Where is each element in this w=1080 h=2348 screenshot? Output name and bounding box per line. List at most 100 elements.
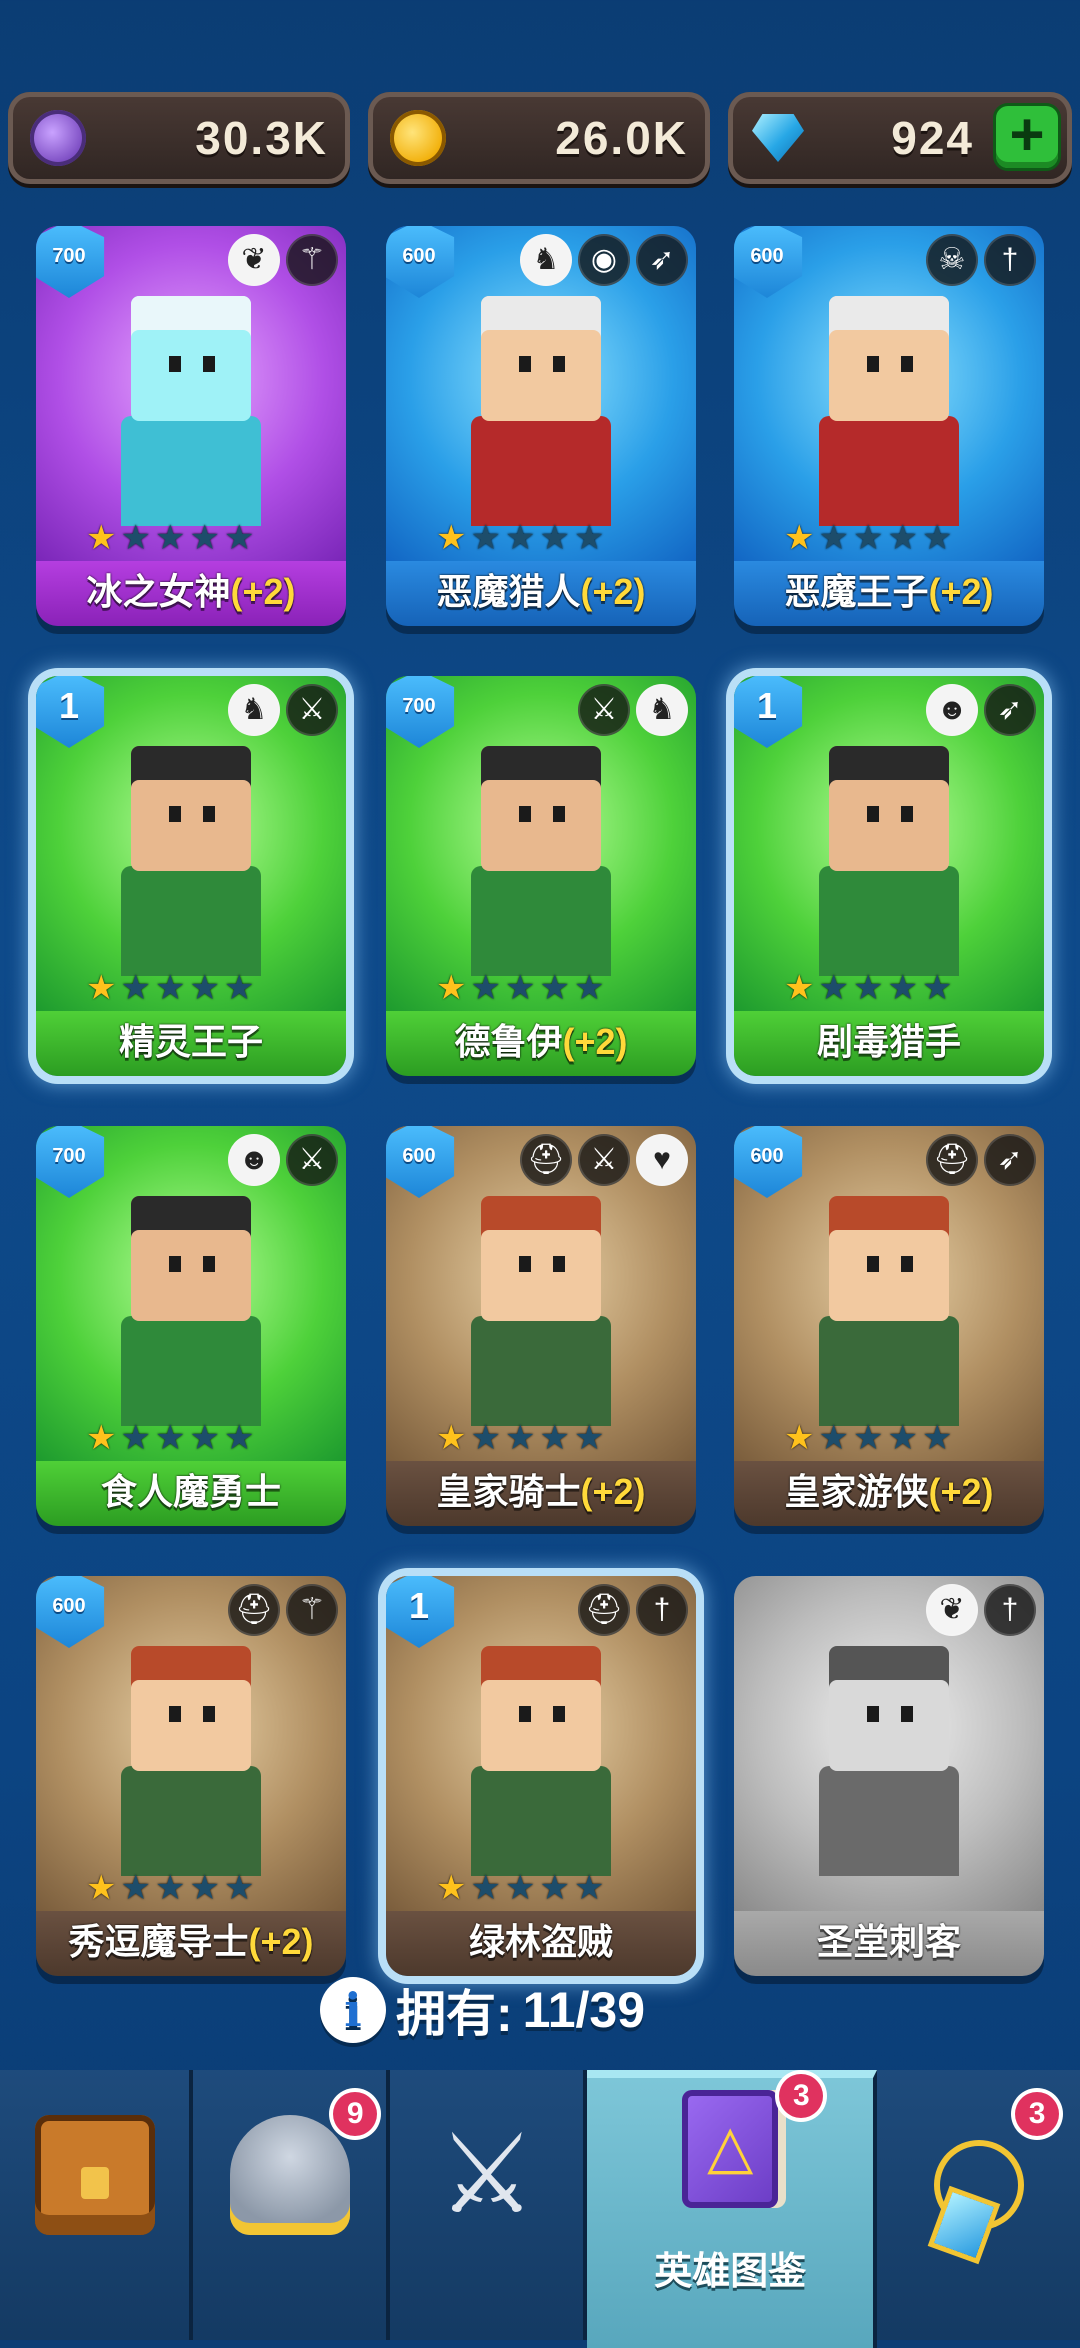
dagger-icon: † — [984, 1584, 1036, 1636]
star-empty-icon: ★ — [504, 1869, 536, 1907]
nav-codex[interactable]: 3 英雄图鉴 — [587, 2070, 878, 2348]
hero-name-text: 剧毒猎手 — [816, 1021, 961, 1062]
bottom-nav: 9 ⚔ 3 英雄图鉴 3 — [0, 2070, 1080, 2348]
purple-coin-value: 30.3K — [195, 112, 328, 164]
wings-icon: ❦ — [228, 234, 280, 286]
star-rating: ★ ★ ★ ★ ★ — [436, 1871, 604, 1905]
hero-name-text: 冰之女神 — [86, 571, 231, 612]
hero-card[interactable]: 600 ⛑ ⚚ ★ ★ ★ ★ ★ 秀逗魔导士(+2) — [36, 1576, 346, 1976]
class-icons: ♞ ◉ ➶ — [520, 234, 688, 286]
class-icons: ☻ ➶ — [926, 684, 1036, 736]
hero-figure — [471, 746, 611, 976]
nav-equipment[interactable]: 3 — [877, 2070, 1080, 2340]
star-rating: ★ ★ ★ ★ ★ — [436, 971, 604, 1005]
heroes-notification-badge: 9 — [333, 2092, 378, 2136]
hero-name: 食人魔勇士 — [36, 1461, 346, 1526]
star-empty-icon: ★ — [120, 1419, 151, 1457]
orc-icon: ☻ — [228, 1134, 280, 1186]
hero-figure — [819, 1196, 959, 1426]
helmet-icon: ⛑ — [228, 1584, 280, 1636]
star-empty-icon: ★ — [573, 1869, 605, 1907]
star-empty-icon: ★ — [887, 969, 918, 1007]
sword-icon: ⚔ — [286, 684, 338, 736]
hero-card[interactable]: 700 ⚔ ♞ ★ ★ ★ ★ ★ 德鲁伊(+2) — [386, 676, 696, 1076]
hero-card[interactable]: 700 ❦ ⚚ ★ ★ ★ ★ ★ 冰之女神(+2) — [36, 226, 346, 626]
star-filled-icon: ★ — [784, 519, 815, 557]
star-filled-icon: ★ — [86, 969, 117, 1007]
star-rating: ★ ★ ★ ★ ★ — [86, 1871, 254, 1905]
hero-name-text: 恶魔猎人 — [436, 571, 581, 612]
hero-name: 圣堂刺客 — [734, 1911, 1044, 1976]
class-icons: ☠ † — [926, 234, 1036, 286]
codex-notification-badge: 3 — [779, 2074, 824, 2118]
hero-bonus: (+2) — [562, 1021, 628, 1062]
class-icons: ❦ † — [926, 1584, 1036, 1636]
hero-card[interactable]: 1 ♞ ⚔ ★ ★ ★ ★ ★ 精灵王子 — [36, 676, 346, 1076]
info-icon[interactable]: i — [320, 1977, 386, 2043]
star-empty-icon: ★ — [573, 969, 605, 1007]
wings-icon: ❦ — [926, 1584, 978, 1636]
star-empty-icon: ★ — [539, 1419, 570, 1457]
hero-card[interactable]: 600 ♞ ◉ ➶ ★ ★ ★ ★ ★ 恶魔猎人(+2) — [386, 226, 696, 626]
sword-icon: ⚔ — [286, 1134, 338, 1186]
star-filled-icon: ★ — [436, 1419, 467, 1457]
nav-heroes[interactable]: 9 — [193, 2070, 391, 2340]
class-icons: ♞ ⚔ — [228, 684, 338, 736]
hero-name-text: 皇家骑士 — [436, 1471, 581, 1512]
star-filled-icon: ★ — [86, 1419, 117, 1457]
nav-chest[interactable] — [0, 2070, 194, 2340]
star-rating: ★ ★ ★ ★ ★ — [436, 521, 604, 555]
star-rating: ★ ★ ★ ★ ★ — [784, 1421, 952, 1455]
star-empty-icon: ★ — [921, 519, 953, 557]
star-empty-icon: ★ — [154, 969, 186, 1007]
hero-figure — [121, 1646, 261, 1876]
hero-bonus: (+2) — [928, 571, 994, 612]
hero-bonus: (+2) — [248, 1921, 314, 1962]
hero-name-text: 恶魔王子 — [784, 571, 929, 612]
star-empty-icon: ★ — [154, 1869, 186, 1907]
purple-coin-icon — [30, 110, 86, 166]
star-empty-icon: ★ — [504, 969, 536, 1007]
hero-card[interactable]: 1 ⛑ † ★ ★ ★ ★ ★ 绿林盗贼 — [386, 1576, 696, 1976]
hero-figure — [471, 296, 611, 526]
star-empty-icon: ★ — [852, 519, 884, 557]
hero-name-text: 食人魔勇士 — [100, 1471, 281, 1512]
bow-icon: ➶ — [984, 1134, 1036, 1186]
star-empty-icon: ★ — [120, 519, 151, 557]
hero-bonus: (+2) — [230, 571, 296, 612]
hero-card[interactable]: 700 ☻ ⚔ ★ ★ ★ ★ ★ 食人魔勇士 — [36, 1126, 346, 1526]
hero-name: 冰之女神(+2) — [36, 561, 346, 626]
star-empty-icon: ★ — [852, 1419, 884, 1457]
star-empty-icon: ★ — [573, 519, 605, 557]
hero-name-text: 秀逗魔导士 — [68, 1921, 249, 1962]
star-empty-icon: ★ — [189, 519, 220, 557]
hero-card[interactable]: 600 ⛑ ⚔ ♥ ★ ★ ★ ★ ★ 皇家骑士(+2) — [386, 1126, 696, 1526]
class-icons: ⛑ ➶ — [926, 1134, 1036, 1186]
star-empty-icon: ★ — [470, 519, 501, 557]
chest-icon — [34, 2115, 155, 2235]
hero-card[interactable]: 600 ⛑ ➶ ★ ★ ★ ★ ★ 皇家游侠(+2) — [734, 1126, 1044, 1526]
nav-battle[interactable]: ⚔ — [390, 2070, 588, 2340]
hero-card[interactable]: 600 ☠ † ★ ★ ★ ★ ★ 恶魔王子(+2) — [734, 226, 1044, 626]
elf-icon: ♞ — [228, 684, 280, 736]
heart-icon: ♥ — [636, 1134, 688, 1186]
class-icons: ⛑ ⚚ — [228, 1584, 338, 1636]
add-gems-button[interactable]: + — [996, 105, 1058, 168]
star-empty-icon: ★ — [887, 519, 918, 557]
star-empty-icon: ★ — [818, 969, 849, 1007]
amulet-icon — [934, 2140, 1024, 2230]
class-icons: ⚔ ♞ — [578, 684, 688, 736]
hero-name-text: 精灵王子 — [118, 1021, 263, 1062]
star-rating: ★ ★ ★ ★ ★ — [436, 1421, 604, 1455]
star-empty-icon: ★ — [470, 1419, 501, 1457]
star-empty-icon: ★ — [852, 969, 884, 1007]
star-empty-icon: ★ — [223, 519, 255, 557]
star-empty-icon: ★ — [154, 1419, 186, 1457]
hero-figure — [819, 746, 959, 976]
hero-name: 恶魔猎人(+2) — [386, 561, 696, 626]
star-empty-icon: ★ — [189, 1869, 220, 1907]
star-empty-icon: ★ — [539, 969, 570, 1007]
hero-card[interactable]: 1 ☻ ➶ ★ ★ ★ ★ ★ 剧毒猎手 — [734, 676, 1044, 1076]
hero-card[interactable]: ❦ † 圣堂刺客 — [734, 1576, 1044, 1976]
hero-figure — [121, 746, 261, 976]
